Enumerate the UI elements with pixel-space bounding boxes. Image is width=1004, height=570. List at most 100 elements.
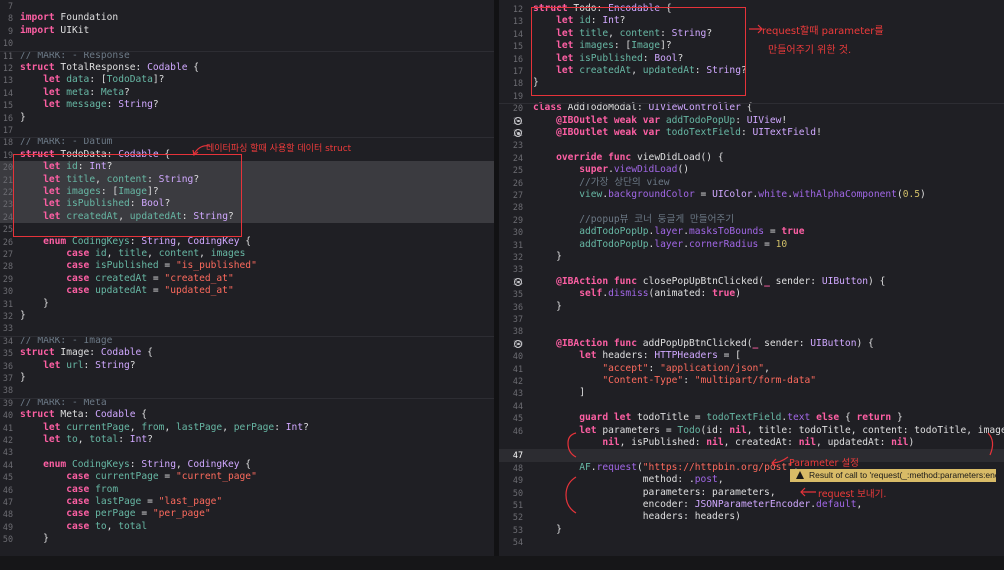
code-line[interactable]: 30 case updatedAt = "updated_at" [0,285,494,297]
code-line[interactable]: 44 [499,400,1004,412]
code-line[interactable]: 49 case to, total [0,521,494,533]
code-line[interactable]: 50 } [0,533,494,545]
line-number: 30 [512,227,523,238]
line-number: 26 [512,177,523,188]
line-number: 44 [2,459,13,470]
code-line[interactable]: 21 @IBOutlet weak var addTodoPopUp: UIVi… [499,115,1004,127]
line-number: 15 [512,41,523,52]
annotation-request-note: request 보내기. [818,489,887,500]
code-line[interactable]: 38 [0,384,494,396]
ib-connection-icon[interactable] [514,116,522,125]
code-line[interactable]: 33 [499,263,1004,275]
code-line[interactable]: 27 case id, title, content, images [0,248,494,260]
code-text: } [20,310,26,321]
code-line[interactable]: 14 let meta: Meta? [0,87,494,99]
code-text: case isPublished = "is_published" [66,260,257,272]
code-line[interactable]: 10 [0,37,494,49]
code-line[interactable]: 53 } [499,524,1004,536]
code-line[interactable]: 31 } [0,298,494,310]
annotation-right-note-2: 만들어주기 위한 것. [768,45,852,56]
code-line[interactable]: 43 [0,446,494,458]
line-number: 43 [2,447,13,458]
code-line[interactable]: 41 "accept": "application/json", [499,363,1004,375]
code-text: let message: String? [43,99,159,111]
code-line[interactable]: 35 struct Image: Codable { [0,347,494,359]
line-number: 14 [512,28,523,39]
line-number: 32 [2,311,13,321]
code-line[interactable]: 33 [0,322,494,334]
code-text: let meta: Meta? [43,86,130,98]
code-text: } [20,372,26,383]
code-line[interactable]: 41 let currentPage, from, lastPage, perP… [0,422,494,434]
line-number: 33 [2,323,13,334]
line-number: 45 [512,413,523,424]
code-text: } [533,251,562,262]
code-line[interactable]: 42 "Content-Type": "multipart/form-data" [499,375,1004,387]
code-text: override func viewDidLoad() { [556,151,724,163]
code-line[interactable]: 43 ] [499,387,1004,399]
code-line[interactable]: 28 [499,201,1004,213]
code-line[interactable]: 26 enum CodingKeys: String, CodingKey { [0,236,494,248]
code-line[interactable]: 23 [499,139,1004,151]
code-line[interactable]: 27 view.backgroundColor = UIColor.white.… [499,189,1004,201]
annotation-bracket-request [565,476,577,514]
line-number: 36 [2,360,13,371]
code-line[interactable]: 31 addTodoPopUp.layer.cornerRadius = 10 [499,239,1004,251]
unused-result-warning[interactable]: Result of call to 'request(_:method:para… [790,469,996,482]
code-line[interactable]: 25 super.viewDidLoad() [499,164,1004,176]
code-line[interactable]: 32} [0,310,494,322]
code-line[interactable]: 29 //popup뷰 코너 둥글게 만들어주기 [499,214,1004,226]
code-line[interactable]: 46 case from [0,484,494,496]
line-number: 7 [7,1,13,11]
code-text: } [20,533,49,545]
line-number: 12 [512,4,523,14]
code-line[interactable]: 26 //가장 상단의 view [499,177,1004,189]
code-line[interactable]: 32 } [499,251,1004,263]
code-line[interactable]: 40 struct Meta: Codable { [0,409,494,421]
code-line[interactable]: 47 case lastPage = "last_page" [0,496,494,508]
code-line[interactable]: 44 enum CodingKeys: String, CodingKey { [0,459,494,471]
code-line[interactable]: 42 let to, total: Int? [0,434,494,446]
ib-connection-icon[interactable] [514,277,522,286]
code-line[interactable]: 15 let message: String? [0,99,494,111]
line-number: 25 [2,224,13,235]
code-line[interactable]: 35 self.dismiss(animated: true) [499,288,1004,300]
line-number: 48 [2,509,13,520]
line-number: 29 [512,214,523,225]
code-line[interactable]: 9 import UIKit [0,25,494,37]
annotation-arrow-left [192,145,211,157]
ib-connection-icon[interactable] [514,129,522,137]
line-number: 19 [512,90,523,101]
code-line[interactable]: 7 [0,0,494,12]
code-line[interactable]: 45 guard let todoTitle = todoTextField.t… [499,412,1004,424]
line-number: 12 [2,63,13,73]
ib-connection-icon[interactable] [514,339,522,348]
code-line[interactable]: 17 [0,124,494,136]
code-line[interactable]: 40 let headers: HTTPHeaders = [ [499,350,1004,362]
left-editor-pane[interactable]: 7 8 import Foundation 9 import UIKit 10 11// M… [0,0,494,556]
code-text: enum CodingKeys: String, CodingKey { [43,458,252,470]
code-line[interactable]: 48 case perPage = "per_page" [0,508,494,520]
code-line[interactable]: 30 addTodoPopUp.layer.masksToBounds = tr… [499,226,1004,238]
code-line[interactable]: 37} [0,372,494,384]
code-line[interactable]: 39 @IBAction func addPopUpBtnClicked(_ s… [499,338,1004,350]
code-line[interactable]: 28 case isPublished = "is_published" [0,260,494,272]
code-line[interactable]: 36 let url: String? [0,360,494,372]
line-number: 41 [512,363,523,374]
code-line[interactable]: 12 struct TotalResponse: Codable { [0,62,494,74]
code-text: case lastPage = "last_page" [66,496,223,507]
code-line[interactable]: 8 import Foundation [0,12,494,24]
code-line[interactable]: 29 case createdAt = "created_at" [0,273,494,285]
code-line[interactable]: 45 case currentPage = "current_page" [0,471,494,483]
code-line[interactable]: 13 let data: [TodoData]? [0,74,494,86]
code-line[interactable]: 16} [0,112,494,124]
code-text: addTodoPopUp.layer.masksToBounds = true [579,226,805,238]
code-line[interactable]: 37 [499,313,1004,325]
code-line[interactable]: 24 override func viewDidLoad() { [499,152,1004,164]
line-number: 17 [512,66,523,76]
code-line[interactable]: 22 @IBOutlet weak var todoTextField: UIT… [499,127,1004,139]
code-line[interactable]: 36 } [499,301,1004,313]
code-line[interactable]: 54 [499,536,1004,548]
code-line[interactable]: 38 [499,325,1004,337]
code-line[interactable]: 34 @IBAction func closePopUpBtnClicked(_… [499,276,1004,288]
